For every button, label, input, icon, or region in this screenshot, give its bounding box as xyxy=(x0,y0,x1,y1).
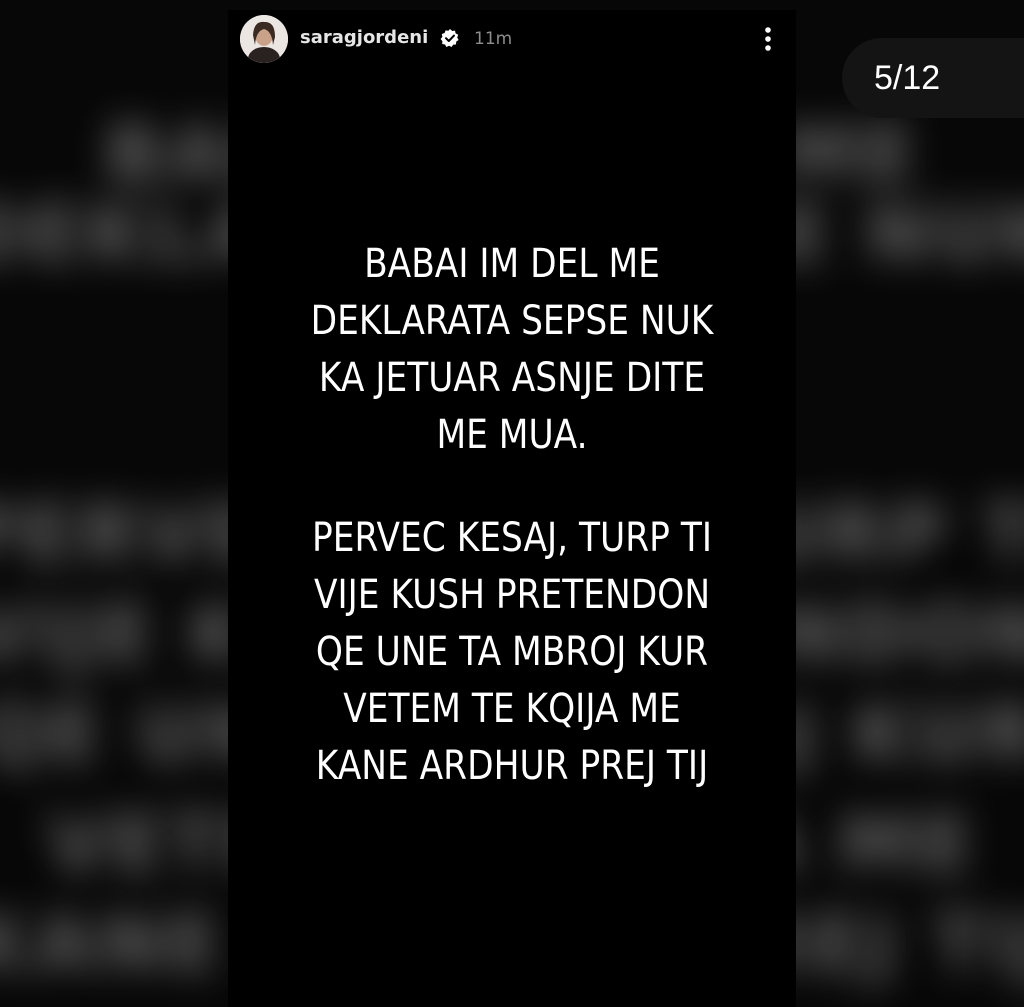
story-card[interactable]: saragjordeni 11m BABAI IM DEL ME DEKLARA… xyxy=(228,10,796,1007)
story-text-line: VETEM TE KQIJA ME xyxy=(343,686,681,732)
story-text-line: QE UNE TA MBROJ KUR xyxy=(315,629,709,675)
story-text-line: KA JETUAR ASNJE DITE xyxy=(318,355,706,401)
page-counter-label: 5/12 xyxy=(874,59,941,97)
story-text-line: DEKLARATA SEPSE NUK xyxy=(310,298,714,344)
verified-badge-icon xyxy=(440,29,459,47)
username[interactable]: saragjordeni xyxy=(300,27,428,48)
story-text-paragraph-1: BABAI IM DEL ME DEKLARATA SEPSE NUK KA J… xyxy=(268,236,756,464)
story-text-line: VIJE KUSH PRETENDON xyxy=(313,572,711,618)
more-options-icon[interactable] xyxy=(756,24,780,54)
timestamp: 11m xyxy=(474,29,513,49)
story-header: saragjordeni 11m xyxy=(228,10,796,72)
story-text-paragraph-2: PERVEC KESAJ, TURP TI VIJE KUSH PRETENDO… xyxy=(268,510,756,795)
page-counter: 5/12 xyxy=(842,38,1024,118)
screenshot-stage: BABAI IM DEL ME DEKLARATA SEPSE NUK PERV… xyxy=(0,0,1024,1007)
avatar[interactable] xyxy=(240,15,288,63)
story-text-line: BABAI IM DEL ME xyxy=(364,241,660,287)
story-text-line: ME MUA. xyxy=(436,412,588,458)
story-text-line: PERVEC KESAJ, TURP TI xyxy=(312,515,712,561)
story-text-line: KANE ARDHUR PREJ TIJ xyxy=(315,743,709,789)
